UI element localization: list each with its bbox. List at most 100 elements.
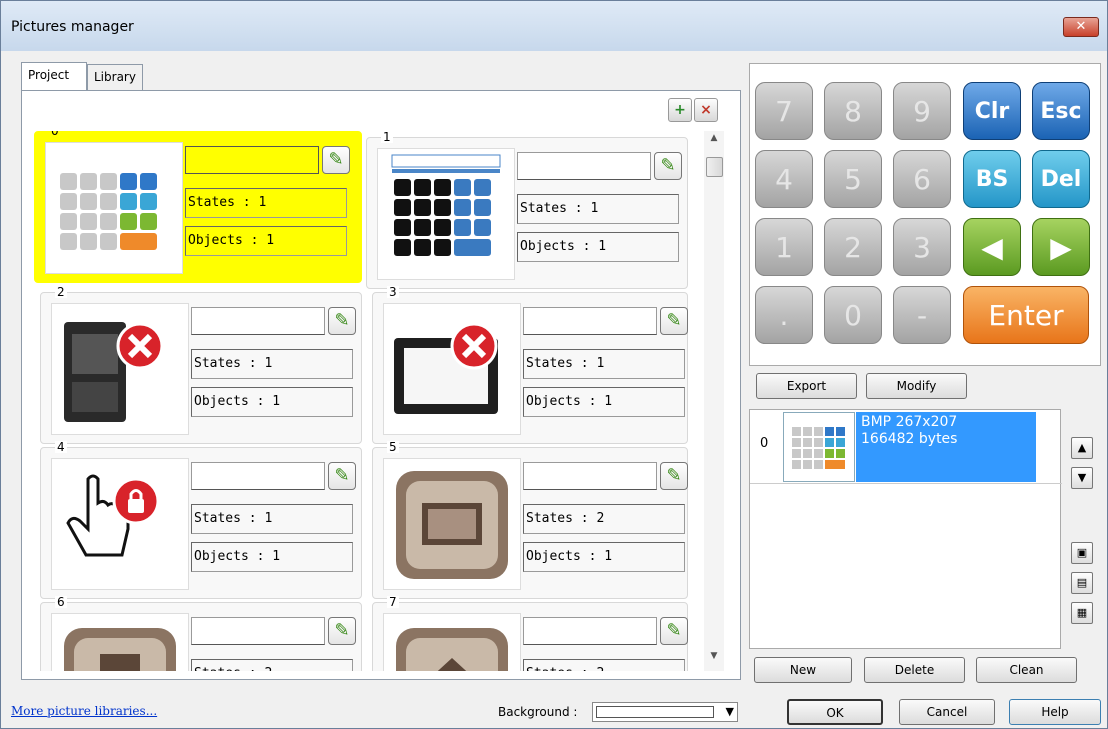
title-bar: Pictures manager ✕ — [1, 1, 1107, 51]
edit-pencil-icon[interactable]: ✎ — [660, 617, 688, 645]
import-image-icon[interactable]: ▣ — [1071, 542, 1093, 564]
button-thumbnail — [383, 613, 521, 671]
picture-name-field[interactable] — [523, 462, 657, 490]
state-format: BMP 267x207 — [861, 414, 958, 430]
list-item[interactable]: 0 BMP 267x207 166482 bytes — [750, 410, 1062, 484]
scroll-up-arrow-icon[interactable]: ▲ — [704, 133, 724, 149]
picture-card[interactable]: 0 ✎ States : 1 Objects : 1 — [34, 131, 362, 283]
clean-button[interactable]: Clean — [976, 657, 1077, 683]
edit-pencil-icon[interactable]: ✎ — [322, 146, 350, 174]
ok-button[interactable]: OK — [787, 699, 883, 725]
card-number: 6 — [55, 595, 67, 609]
state-index: 0 — [760, 436, 769, 451]
key-0: 0 — [824, 286, 882, 344]
cancel-button[interactable]: Cancel — [899, 699, 995, 725]
card-number: 4 — [55, 440, 67, 454]
picture-card[interactable]: 2 ✎ States : 1 Objects : 1 — [40, 286, 362, 444]
tab-library[interactable]: Library — [87, 64, 143, 90]
background-label: Background : — [498, 705, 578, 719]
picture-grid: 0 ✎ States : 1 Objects : 1 1 ✎ States: … — [34, 131, 704, 671]
picture-name-field[interactable] — [523, 617, 657, 645]
move-up-arrow-icon[interactable]: ▲ — [1071, 437, 1093, 459]
keypad-thumbnail — [45, 142, 183, 274]
picture-name-field[interactable] — [517, 152, 651, 180]
key-minus: - — [893, 286, 951, 344]
card-number: 7 — [387, 595, 399, 609]
delete-picture-icon[interactable]: × — [694, 98, 718, 122]
key-bs: BS — [963, 150, 1021, 208]
scroll-down-arrow-icon[interactable]: ▼ — [704, 651, 724, 667]
edit-pencil-icon[interactable]: ✎ — [660, 462, 688, 490]
picture-name-field[interactable] — [191, 617, 325, 645]
paste-image-icon[interactable]: ▤ — [1071, 572, 1093, 594]
picture-card[interactable]: 4 ✎ States : 1 Objects : 1 — [40, 441, 362, 599]
objects-count: Objects : 1 — [523, 542, 685, 572]
delete-button[interactable]: Delete — [864, 657, 965, 683]
states-count: States : 2 — [523, 504, 685, 534]
scroll-thumb[interactable] — [706, 157, 723, 177]
picture-grid-scrollbar[interactable]: ▲ ▼ — [704, 131, 724, 671]
key-5: 5 — [824, 150, 882, 208]
picture-card[interactable]: 1 ✎ States : 1 Objects : 1 — [366, 131, 688, 289]
card-number: 0 — [49, 131, 61, 137]
state-size: 166482 bytes — [861, 431, 958, 447]
key-dot: . — [755, 286, 813, 344]
edit-pencil-icon[interactable]: ✎ — [654, 152, 682, 180]
window-title: Pictures manager — [11, 19, 134, 35]
monitor-error-thumbnail — [383, 303, 521, 435]
key-esc: Esc — [1032, 82, 1090, 140]
background-color-select[interactable]: ▼ — [592, 702, 738, 722]
device-error-thumbnail — [51, 303, 189, 435]
card-number: 5 — [387, 440, 399, 454]
key-8: 8 — [824, 82, 882, 140]
card-number: 3 — [387, 285, 399, 299]
help-button[interactable]: Help — [1009, 699, 1101, 725]
picture-card[interactable]: 3 ✎ States : 1 Objects : 1 — [372, 286, 688, 444]
picture-card[interactable]: 6 ✎ States : 2 — [40, 596, 362, 671]
objects-count: Objects : 1 — [523, 387, 685, 417]
dropdown-arrow-icon: ▼ — [725, 705, 734, 718]
tab-project[interactable]: Project — [21, 62, 87, 90]
pictures-manager-window: Pictures manager ✕ Project Library +× 0 — [0, 0, 1108, 729]
key-9: 9 — [893, 82, 951, 140]
key-left-arrow-icon: ◀ — [963, 218, 1021, 276]
more-picture-libraries-link[interactable]: More picture libraries... — [11, 704, 157, 718]
add-picture-icon[interactable]: + — [668, 98, 692, 122]
move-down-arrow-icon[interactable]: ▼ — [1071, 467, 1093, 489]
states-count: States : 2 — [523, 659, 685, 671]
key-1: 1 — [755, 218, 813, 276]
export-button[interactable]: Export — [756, 373, 857, 399]
button-thumbnail — [383, 458, 521, 590]
edit-pencil-icon[interactable]: ✎ — [328, 307, 356, 335]
edit-pencil-icon[interactable]: ✎ — [328, 462, 356, 490]
picture-name-field[interactable] — [191, 462, 325, 490]
numeric-keypad-thumbnail — [377, 148, 515, 280]
background-color-swatch — [596, 706, 714, 718]
picture-toolbar: + × — [666, 98, 718, 122]
states-count: States : 2 — [191, 659, 353, 671]
state-list[interactable]: 0 BMP 267x207 166482 bytes — [749, 409, 1062, 649]
objects-count: Objects : 1 — [517, 232, 679, 262]
picture-card[interactable]: 5 ✎ States : 2 Objects : 1 — [372, 441, 688, 599]
key-del: Del — [1032, 150, 1090, 208]
close-button[interactable]: ✕ — [1063, 17, 1099, 37]
modify-button[interactable]: Modify — [866, 373, 967, 399]
objects-count: Objects : 1 — [185, 226, 347, 256]
hand-lock-thumbnail — [51, 458, 189, 590]
key-7: 7 — [755, 82, 813, 140]
edit-pencil-icon[interactable]: ✎ — [660, 307, 688, 335]
button-thumbnail — [51, 613, 189, 671]
transparency-icon[interactable]: ▦ — [1071, 602, 1093, 624]
picture-name-field[interactable] — [523, 307, 657, 335]
key-clr: Clr — [963, 82, 1021, 140]
states-count: States : 1 — [191, 349, 353, 379]
key-2: 2 — [824, 218, 882, 276]
picture-name-field[interactable] — [185, 146, 319, 174]
edit-pencil-icon[interactable]: ✎ — [328, 617, 356, 645]
states-count: States : 1 — [523, 349, 685, 379]
new-button[interactable]: New — [754, 657, 852, 683]
picture-preview: 7 8 9 Clr Esc 4 5 6 BS Del 1 2 3 ◀ ▶ . 0… — [749, 63, 1101, 366]
picture-card[interactable]: 7 ✎ States : 2 — [372, 596, 688, 671]
picture-name-field[interactable] — [191, 307, 325, 335]
key-4: 4 — [755, 150, 813, 208]
